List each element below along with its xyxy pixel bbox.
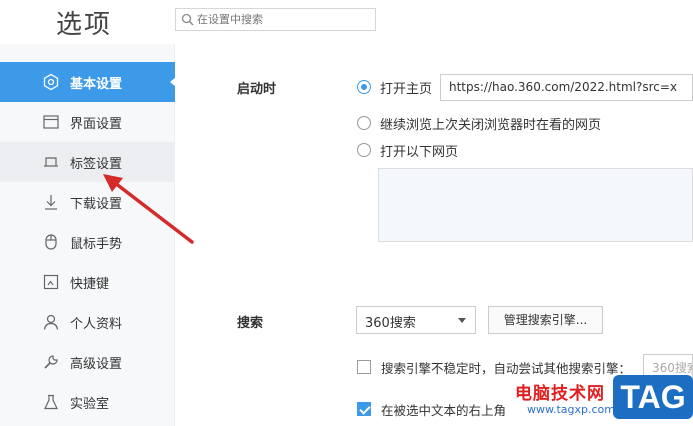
settings-icon — [43, 73, 59, 91]
settings-content: 启动时 打开主页 https://hao.360.com/2022.html?s… — [176, 44, 693, 426]
chevron-down-icon — [458, 318, 466, 323]
header: 选项 — [0, 0, 693, 44]
sidebar-item-shortcuts[interactable]: 快捷键 — [0, 262, 175, 302]
search-box[interactable] — [175, 8, 376, 31]
annotation-arrow — [103, 174, 194, 244]
window-icon — [43, 115, 59, 129]
keyboard-icon — [43, 274, 59, 290]
radio-button[interactable] — [357, 116, 371, 130]
user-icon — [43, 314, 59, 330]
search-section-label: 搜索 — [237, 316, 264, 331]
sidebar-item-basic-settings[interactable]: 基本设置 — [0, 62, 176, 102]
checkbox-label: 在被选中文本的右上角 — [381, 402, 507, 418]
watermark-tag-logo: TAG — [613, 375, 693, 419]
search-fallback-option[interactable]: 搜索引擎不稳定时，自动尝试其他搜索引擎： — [357, 358, 631, 376]
flask-icon — [44, 394, 58, 410]
startup-pages-list[interactable] — [378, 168, 693, 242]
sidebar-item-ui-settings[interactable]: 界面设置 — [0, 102, 175, 142]
radio-button[interactable] — [357, 143, 371, 157]
radio-label: 继续浏览上次关闭浏览器时在看的网页 — [380, 117, 602, 133]
page-title: 选项 — [56, 10, 113, 40]
startup-section-label: 启动时 — [237, 82, 277, 97]
sidebar-item-profile[interactable]: 个人资料 — [0, 302, 175, 342]
watermark-url: www.tagxp.com — [527, 403, 615, 416]
download-icon — [45, 195, 57, 210]
sidebar-item-label: 实验室 — [70, 397, 110, 412]
sidebar-item-advanced-settings[interactable]: 高级设置 — [0, 342, 175, 382]
radio-label: 打开以下网页 — [380, 144, 459, 160]
sidebar-item-label: 界面设置 — [70, 117, 123, 132]
search-engine-select[interactable]: 360搜索 — [356, 306, 476, 334]
search-icon — [181, 13, 194, 26]
selection-search-option[interactable]: 在被选中文本的右上角 — [357, 400, 506, 418]
sidebar-item-label: 基本设置 — [70, 77, 123, 92]
homepage-url-input[interactable]: https://hao.360.com/2022.html?src=x — [440, 74, 693, 101]
sidebar-item-label: 个人资料 — [70, 317, 123, 332]
search-engine-selected: 360搜索 — [365, 316, 416, 331]
startup-option-open-homepage[interactable]: 打开主页 — [357, 78, 433, 97]
mouse-icon — [45, 234, 57, 250]
watermark-text: 电脑技术网 — [515, 384, 605, 404]
radio-label: 打开主页 — [380, 81, 433, 97]
startup-option-open-pages[interactable]: 打开以下网页 — [357, 141, 459, 160]
sidebar-item-lab[interactable]: 实验室 — [0, 382, 175, 422]
search-input[interactable] — [197, 10, 372, 29]
wrench-icon — [44, 355, 58, 369]
tab-icon — [44, 157, 58, 167]
manage-search-engines-button[interactable]: 管理搜索引擎... — [488, 306, 603, 334]
startup-option-restore-session[interactable]: 继续浏览上次关闭浏览器时在看的网页 — [357, 114, 602, 133]
watermark: 电脑技术网 www.tagxp.com TAG — [505, 375, 693, 426]
sidebar-item-label: 高级设置 — [70, 357, 123, 372]
checkbox-label: 搜索引擎不稳定时，自动尝试其他搜索引擎： — [381, 360, 632, 376]
checkbox[interactable] — [357, 402, 371, 416]
checkbox[interactable] — [357, 360, 371, 374]
sidebar-item-label: 快捷键 — [70, 277, 110, 292]
radio-button[interactable] — [357, 80, 371, 94]
